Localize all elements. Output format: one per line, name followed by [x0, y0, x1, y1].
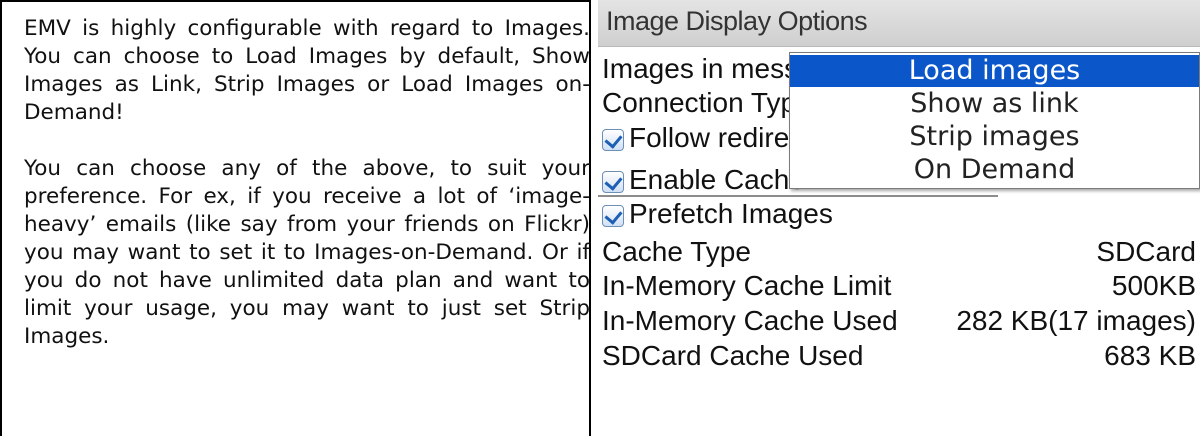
screen-title: Image Display Options: [606, 6, 868, 36]
sdcard-cache-used-row: SDCard Cache Used 683 KB: [598, 340, 1200, 374]
dropdown-option-load-images[interactable]: Load images: [790, 55, 1199, 87]
dropdown-list: Load images Show as link Strip images On…: [789, 52, 1200, 189]
description-panel: EMV is highly configurable with regard t…: [0, 0, 591, 436]
connection-type-label: Connection Type: [602, 87, 812, 118]
sdcard-cache-used-label: SDCard Cache Used: [602, 340, 864, 371]
checkmark-icon: [604, 206, 623, 225]
memory-cache-used-row: In-Memory Cache Used 282 KB(17 images): [598, 305, 1200, 339]
memory-cache-limit-label: In-Memory Cache Limit: [602, 270, 892, 301]
prefetch-images-label: Prefetch Images: [629, 198, 833, 229]
screen-header: Image Display Options: [598, 0, 1200, 47]
checkmark-icon: [604, 130, 623, 149]
memory-cache-limit-value[interactable]: 500KB: [1112, 270, 1196, 302]
enable-cache-label: Enable Cache: [629, 164, 805, 195]
description-paragraph-1: EMV is highly configurable with regard t…: [24, 16, 590, 125]
prefetch-images-row[interactable]: Prefetch Images: [598, 198, 1200, 232]
checkmark-icon: [604, 172, 623, 191]
dropdown-option-on-demand[interactable]: On Demand: [790, 154, 1199, 186]
description-text: EMV is highly configurable with regard t…: [24, 15, 590, 379]
enable-cache-checkbox[interactable]: [602, 171, 624, 193]
prefetch-images-checkbox[interactable]: [602, 205, 624, 227]
dropdown-option-strip-images[interactable]: Strip images: [790, 121, 1199, 153]
sdcard-cache-used-value: 683 KB: [1104, 340, 1196, 371]
dropdown-option-show-as-link[interactable]: Show as link: [790, 88, 1199, 120]
memory-cache-used-value: 282 KB(17 images): [956, 305, 1196, 336]
memory-cache-limit-row[interactable]: In-Memory Cache Limit 500KB: [598, 270, 1200, 304]
description-paragraph-2: You can choose any of the above, to suit…: [24, 156, 590, 349]
memory-cache-used-label: In-Memory Cache Used: [602, 305, 898, 336]
cache-type-value[interactable]: SDCard: [1096, 236, 1196, 268]
cache-type-label: Cache Type: [602, 236, 751, 267]
cache-type-row[interactable]: Cache Type SDCard: [598, 236, 1200, 270]
follow-redirects-checkbox[interactable]: [602, 129, 624, 151]
